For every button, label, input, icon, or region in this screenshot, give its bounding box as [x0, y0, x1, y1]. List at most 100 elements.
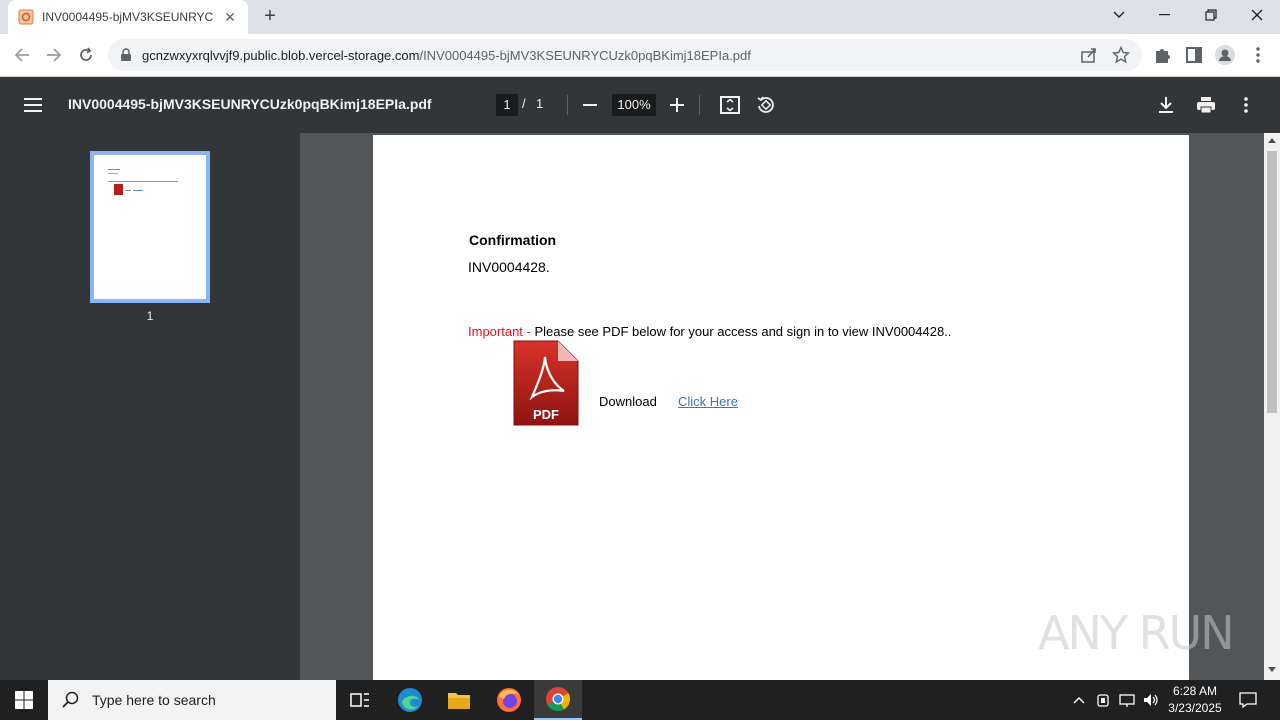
- clock-time: 6:28 AM: [1172, 684, 1218, 698]
- close-window-button[interactable]: [1234, 0, 1280, 30]
- usb-device-icon: [1097, 694, 1109, 707]
- taskbar-clock[interactable]: 6:28 AM 3/23/2025: [1162, 683, 1228, 717]
- page-total: 1: [536, 96, 544, 111]
- confirmation-heading: Confirmation: [469, 232, 557, 248]
- more-vertical-icon: [1244, 97, 1248, 113]
- minus-icon: [583, 104, 597, 106]
- chevron-up-icon: [1073, 697, 1085, 704]
- click-here-link[interactable]: Click Here: [678, 394, 738, 409]
- printer-icon: [1197, 97, 1215, 114]
- network-icon: [1119, 694, 1135, 707]
- url-host: gcnzwxyxrqlvvjf9.public.blob.vercel-stor…: [142, 47, 420, 63]
- important-label: Important -: [468, 324, 531, 339]
- restore-button[interactable]: [1188, 0, 1234, 30]
- lock-icon: [121, 48, 131, 61]
- pdf-file-name: INV0004495-bjMV3KSEUNRYCUzk0pqBKimj18EPI…: [68, 96, 432, 112]
- firefox-icon: [497, 688, 521, 712]
- tab-close-icon[interactable]: ✕: [222, 9, 238, 26]
- print-button[interactable]: [1194, 93, 1218, 117]
- zoom-input[interactable]: 100%: [612, 94, 656, 116]
- page-separator: /: [522, 96, 526, 111]
- clock-date: 3/23/2025: [1168, 701, 1222, 715]
- new-tab-button[interactable]: +: [258, 5, 282, 29]
- forward-button[interactable]: [39, 40, 69, 70]
- tab-title: INV0004495-bjMV3KSEUNRYCUzk0pqBKimj18EPI…: [42, 10, 214, 24]
- speaker-icon: [1144, 694, 1158, 706]
- tab-strip: INV0004495-bjMV3KSEUNRYCUzk0pqBKimj18EPI…: [0, 0, 1280, 34]
- close-icon: [1251, 9, 1263, 21]
- notification-icon: [1239, 692, 1257, 708]
- chrome-icon: [546, 687, 571, 712]
- network-button[interactable]: [1116, 680, 1138, 720]
- arrow-right-icon: [47, 48, 62, 62]
- anyrun-watermark: ANY RUN: [1038, 606, 1235, 660]
- pdf-favicon-icon: [18, 9, 34, 25]
- page-thumbnail-preview: [108, 169, 178, 195]
- share-icon[interactable]: [1080, 46, 1098, 64]
- zoom-in-button[interactable]: [665, 93, 689, 117]
- scrollbar-thumb[interactable]: [1267, 151, 1277, 413]
- page-number-input[interactable]: 1: [496, 94, 518, 116]
- profile-avatar-icon[interactable]: [1215, 45, 1235, 65]
- minimize-icon: [1159, 14, 1170, 16]
- important-notice: Important - Please see PDF below for you…: [468, 324, 951, 339]
- task-view-button[interactable]: [336, 680, 384, 720]
- windows-logo-icon: [15, 691, 33, 709]
- toolbar-divider: [567, 95, 568, 115]
- start-button[interactable]: [0, 680, 48, 720]
- scroll-up-arrow-icon[interactable]: [1264, 134, 1280, 146]
- windows-taskbar: Type here to search 6:28 AM 3/23/2025: [0, 680, 1280, 720]
- edge-taskbar-button[interactable]: [386, 680, 434, 720]
- url-text: gcnzwxyxrqlvvjf9.public.blob.vercel-stor…: [142, 48, 751, 63]
- adobe-pdf-icon: PDF: [513, 340, 579, 426]
- pdf-more-options-button[interactable]: [1234, 93, 1258, 117]
- extensions-puzzle-icon[interactable]: [1152, 45, 1172, 65]
- rotate-icon: [757, 96, 774, 113]
- file-explorer-taskbar-button[interactable]: [435, 680, 483, 720]
- hamburger-menu-icon[interactable]: [24, 96, 44, 114]
- download-button[interactable]: [1154, 93, 1178, 117]
- vertical-scrollbar[interactable]: [1264, 133, 1280, 680]
- toolbar-divider: [699, 95, 700, 115]
- tray-device-button[interactable]: [1092, 680, 1114, 720]
- show-hidden-icons-button[interactable]: [1068, 680, 1090, 720]
- bookmark-star-icon[interactable]: [1112, 46, 1130, 64]
- notifications-button[interactable]: [1236, 680, 1260, 720]
- pdf-toolbar: INV0004495-bjMV3KSEUNRYCUzk0pqBKimj18EPI…: [0, 77, 1280, 133]
- zoom-out-button[interactable]: [578, 93, 602, 117]
- chrome-taskbar-button[interactable]: [534, 680, 582, 720]
- thumbnail-page-number: 1: [146, 309, 154, 323]
- reload-button[interactable]: [71, 40, 101, 70]
- url-path: /INV0004495-bjMV3KSEUNRYCUzk0pqBKimj18EP…: [419, 47, 751, 63]
- scroll-down-arrow-icon[interactable]: [1264, 664, 1280, 676]
- reload-icon: [80, 47, 92, 61]
- page-thumbnail[interactable]: [90, 151, 210, 303]
- browser-toolbar: gcnzwxyxrqlvvjf9.public.blob.vercel-stor…: [0, 34, 1280, 77]
- folder-icon: [448, 693, 470, 709]
- tab-search-button[interactable]: [1096, 0, 1142, 30]
- download-label: Download: [599, 394, 657, 409]
- back-button[interactable]: [7, 40, 37, 70]
- search-icon: [62, 691, 79, 708]
- pdf-document-area: Confirmation INV0004428. Important - Ple…: [300, 133, 1264, 680]
- fit-page-button[interactable]: [718, 93, 742, 117]
- minimize-button[interactable]: [1142, 0, 1188, 30]
- address-bar[interactable]: gcnzwxyxrqlvvjf9.public.blob.vercel-stor…: [108, 39, 1142, 71]
- volume-button[interactable]: [1140, 680, 1162, 720]
- taskbar-search-box[interactable]: Type here to search: [48, 680, 336, 720]
- task-view-icon: [350, 693, 369, 707]
- firefox-taskbar-button[interactable]: [485, 680, 533, 720]
- arrow-left-icon: [14, 48, 29, 62]
- restore-icon: [1205, 9, 1217, 21]
- browser-tab[interactable]: INV0004495-bjMV3KSEUNRYCUzk0pqBKimj18EPI…: [8, 0, 248, 34]
- pdf-icon-label: PDF: [533, 407, 559, 422]
- pdf-file-icon[interactable]: PDF: [512, 339, 580, 427]
- pdf-page: Confirmation INV0004428. Important - Ple…: [373, 135, 1189, 680]
- download-icon: [1159, 97, 1173, 113]
- side-panel-icon[interactable]: [1184, 45, 1204, 65]
- thumbnail-sidebar: 1: [0, 133, 300, 680]
- important-text: Please see PDF below for your access and…: [530, 324, 952, 339]
- rotate-button[interactable]: [754, 93, 778, 117]
- edge-icon: [398, 688, 422, 712]
- chrome-menu-icon[interactable]: [1248, 45, 1268, 65]
